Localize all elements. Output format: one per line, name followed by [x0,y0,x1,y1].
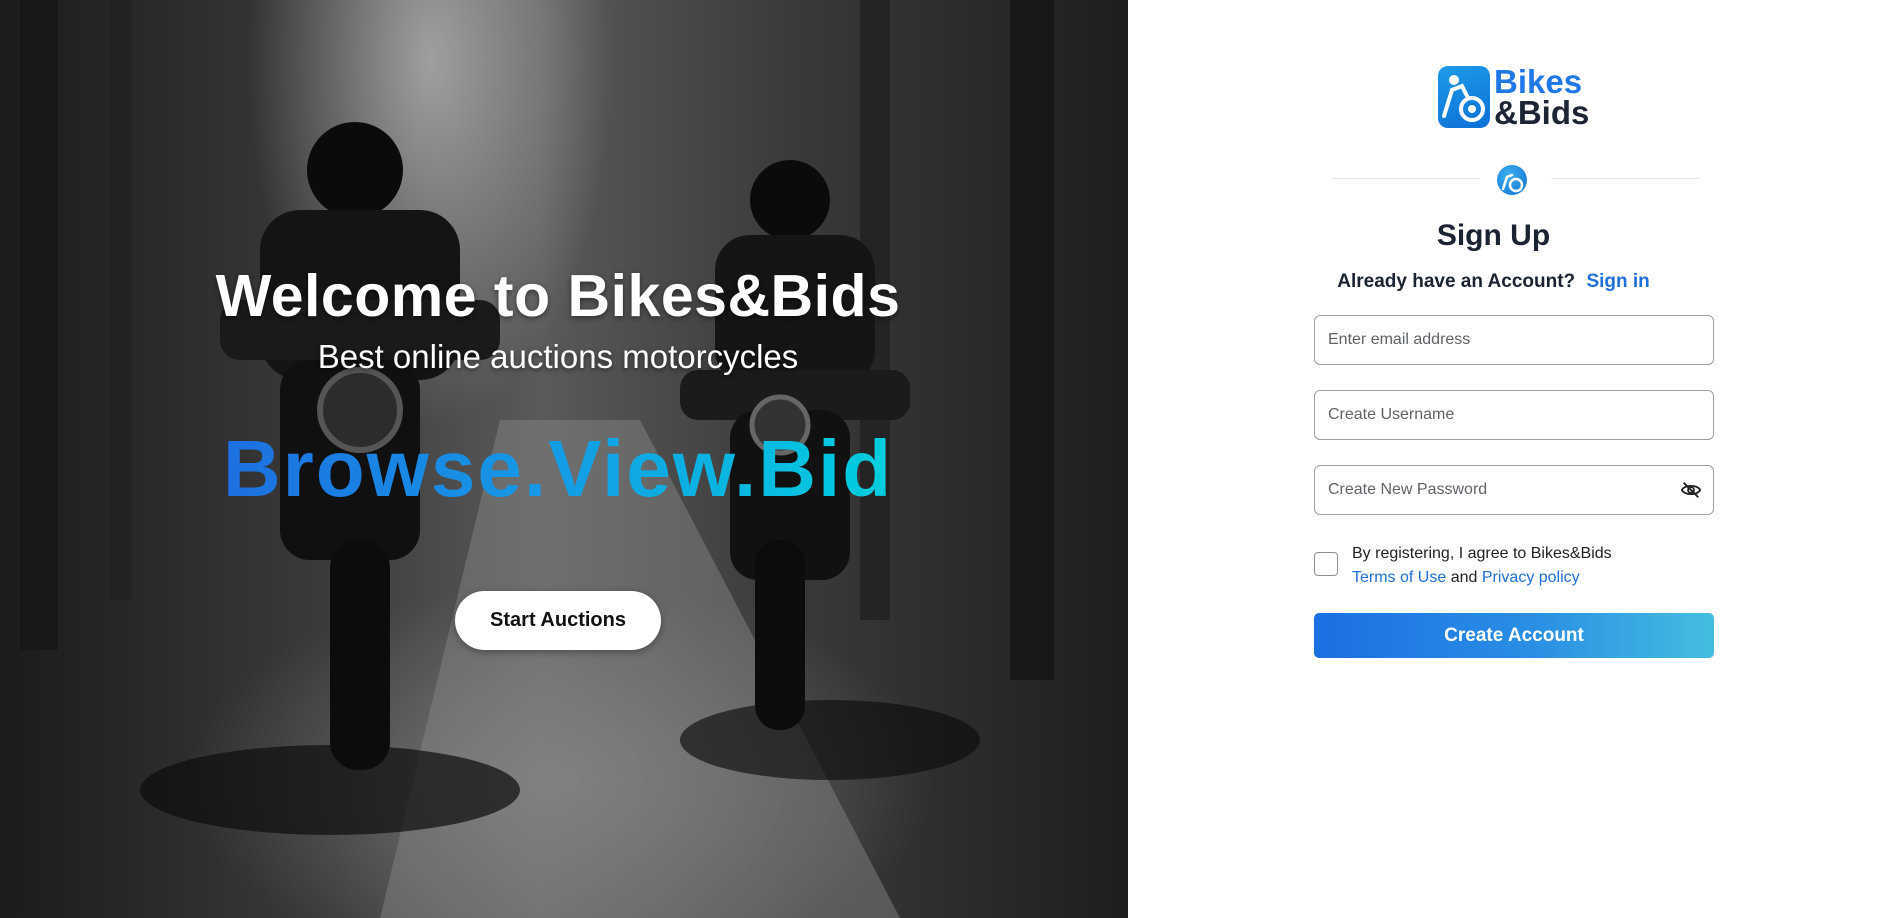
already-account-text: Already have an Account? [1337,271,1576,292]
email-input[interactable] [1326,330,1702,350]
and-text: and [1450,569,1478,586]
create-account-button[interactable]: Create Account [1314,613,1714,658]
agree-checkbox[interactable] [1314,552,1338,576]
signin-prompt: Already have an Account? Sign in [1128,271,1859,293]
signin-link[interactable]: Sign in [1586,271,1649,292]
motorcycle-emblem-icon [1497,165,1527,195]
signup-title: Sign Up [1436,219,1551,252]
hero-title: Welcome to Bikes&Bids [215,263,901,329]
terms-link[interactable]: Terms of Use [1352,569,1446,586]
brand-line2: &Bids [1494,94,1590,131]
hero-tagline-text: Browse.View.Bid [222,424,894,513]
agree-text: By registering, I agree to Bikes&Bids Te… [1352,542,1612,590]
password-field[interactable] [1314,465,1714,515]
eye-slash-icon[interactable] [1680,479,1702,501]
username-input[interactable] [1326,405,1702,425]
hero-subtitle: Best online auctions motorcycles [317,338,799,375]
divider-right [1551,178,1699,179]
brand-logo[interactable]: Bikes &Bids [1438,65,1589,129]
password-input[interactable] [1326,480,1680,500]
privacy-link[interactable]: Privacy policy [1482,569,1580,586]
username-field[interactable] [1314,390,1714,440]
motorcycle-logo-icon [1438,66,1490,128]
divider-left [1332,178,1480,179]
agree-statement: By registering, I agree to Bikes&Bids [1352,545,1612,562]
hero-tagline: Browse.View.Bid [0,423,1116,515]
signup-panel: Bikes &Bids Sign Up Already have an Acco… [1128,0,1877,918]
start-auctions-button[interactable]: Start Auctions [455,591,661,650]
brand-wordmark: Bikes &Bids [1494,63,1590,131]
terms-agreement: By registering, I agree to Bikes&Bids Te… [1314,542,1734,590]
brand-line1: Bikes [1494,63,1583,100]
hero-section: Welcome to Bikes&Bids Best online auctio… [0,0,1128,918]
email-field[interactable] [1314,315,1714,365]
